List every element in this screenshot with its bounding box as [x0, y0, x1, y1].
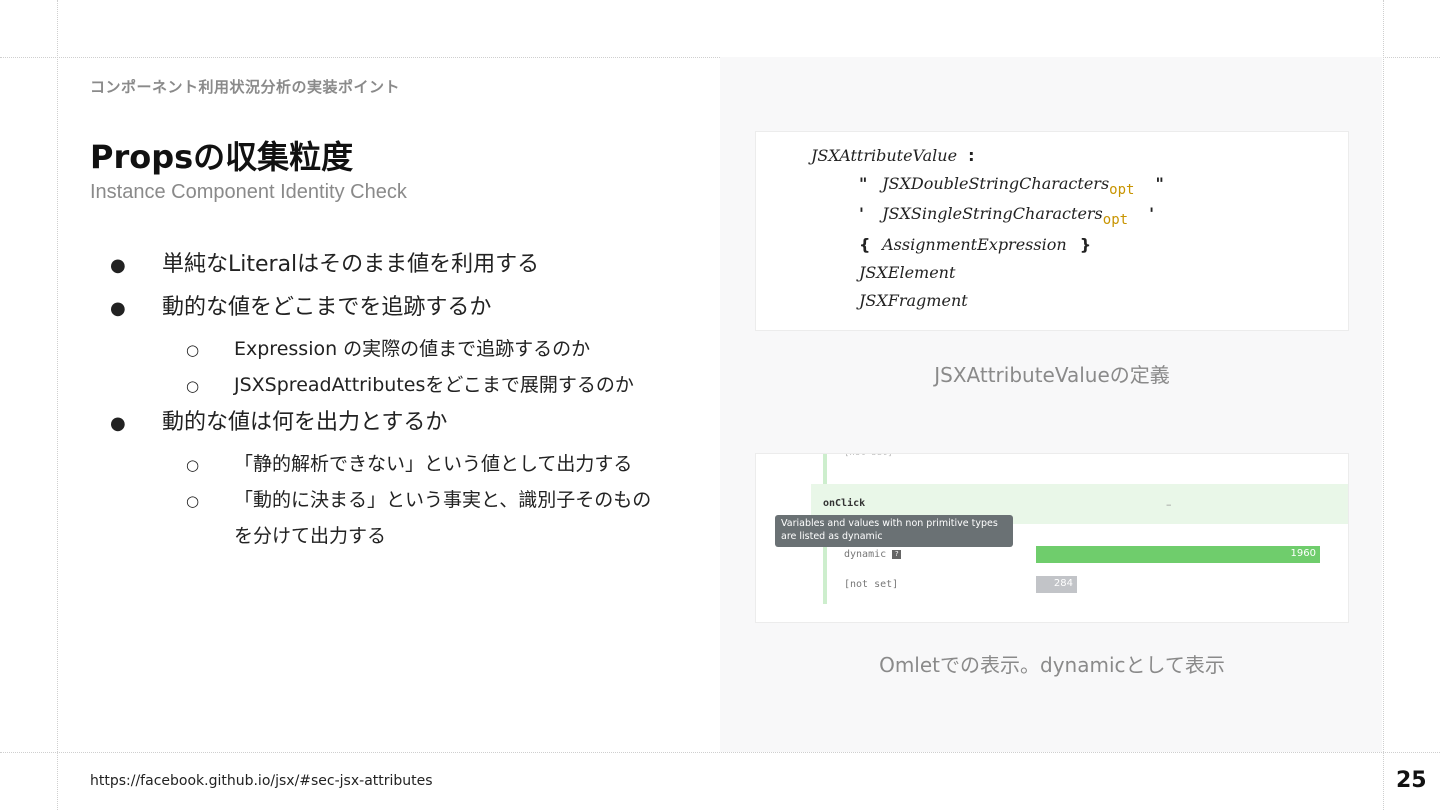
sub-bullet-text: Expression の実際の値まで追跡するのか — [234, 338, 591, 360]
row-label-not-set: [not set] — [844, 579, 899, 590]
sub-bullet-circle: ○ — [186, 492, 200, 510]
row-label-dynamic: dynamic ? — [844, 549, 902, 560]
bullet-text: 動的な値をどこまでを追跡するか — [162, 295, 492, 320]
grammar-opt: opt — [1109, 182, 1135, 198]
slide-title: Propsの収集粒度 — [90, 138, 354, 176]
grammar-dquote-open: " — [859, 174, 868, 193]
guide-line-left — [57, 0, 58, 810]
grammar-head: JSXAttributeValue — [811, 146, 958, 165]
sub-bullet-item: ○ JSXSpreadAttributesをどこまで展開するのか — [186, 370, 634, 397]
bullet-item: ● 動的な値は何を出力とするか — [110, 404, 447, 436]
help-icon[interactable]: ? — [892, 549, 902, 559]
bullet-dot: ● — [110, 255, 126, 276]
footer-reference-link[interactable]: https://facebook.github.io/jsx/#sec-jsx-… — [90, 773, 433, 789]
grammar-rule-single: ' JSXSingleStringCharactersopt ' — [859, 204, 1155, 228]
cut-off-row-text: [not set] — [844, 453, 893, 458]
slide-subtitle: Instance Component Identity Check — [90, 181, 407, 203]
sub-bullet-continuation: を分けて出力する — [234, 525, 387, 547]
sub-bullet-text: 「静的解析できない」という値として出力する — [234, 453, 633, 475]
omlet-screenshot: [not set] onClick – Variables and values… — [755, 453, 1349, 623]
bullet-dot: ● — [110, 413, 126, 434]
grammar-squote-close: ' — [1149, 204, 1155, 223]
bullet-dot: ● — [110, 298, 126, 319]
sub-bullet-text: JSXSpreadAttributesをどこまで展開するのか — [234, 374, 634, 396]
grammar-head-line: JSXAttributeValue : — [811, 146, 975, 165]
grammar-opt: opt — [1102, 212, 1129, 228]
dynamic-count-value: 1960 — [1290, 548, 1316, 559]
dynamic-count-bar: 1960 — [1036, 546, 1320, 563]
dynamic-tooltip: Variables and values with non primitive … — [775, 515, 1013, 547]
sub-bullet-circle: ○ — [186, 341, 200, 359]
bullet-item: ● 単純なLiteralはそのまま値を利用する — [110, 246, 539, 278]
prop-name: onClick — [823, 498, 866, 509]
grammar-rbrace: } — [1079, 235, 1092, 254]
grammar-lbrace: { — [859, 235, 871, 254]
bullet-item: ● 動的な値をどこまでを追跡するか — [110, 289, 491, 321]
grammar-assignment: AssignmentExpression — [882, 235, 1067, 254]
page-number: 25 — [1396, 768, 1427, 793]
bullet-text: 動的な値は何を出力とするか — [162, 410, 448, 435]
grammar-element: JSXElement — [859, 263, 956, 282]
prop-dash: – — [1166, 498, 1172, 511]
sub-bullet-text: 「動的に決まる」という事実と、識別子そのもの — [234, 489, 652, 511]
grammar-fragment: JSXFragment — [859, 291, 968, 310]
grammar-single-string: JSXSingleStringCharacters — [882, 204, 1103, 223]
row-label-text: dynamic — [844, 549, 887, 560]
sub-bullet-circle: ○ — [186, 377, 200, 395]
grammar-colon: : — [968, 146, 975, 165]
sub-bullet-item: ○ Expression の実際の値まで追跡するのか — [186, 334, 590, 361]
jsx-grammar-figure: JSXAttributeValue : " JSXDoubleStringCha… — [755, 131, 1349, 331]
grammar-rule-assignment: { AssignmentExpression } — [859, 235, 1091, 254]
sub-bullet-item: ○ 「静的解析できない」という値として出力する — [186, 449, 632, 476]
not-set-count-value: 284 — [1053, 578, 1073, 589]
sub-bullet-item: ○ 「動的に決まる」という事実と、識別子そのもの — [186, 485, 651, 512]
guide-line-right — [1383, 0, 1384, 810]
grammar-squote-open: ' — [859, 204, 864, 223]
grammar-rule-double: " JSXDoubleStringCharactersopt " — [859, 174, 1164, 198]
section-kicker: コンポーネント利用状況分析の実装ポイント — [90, 78, 401, 96]
not-set-count-bar: 284 — [1036, 576, 1077, 593]
sub-bullet-circle: ○ — [186, 456, 200, 474]
grammar-double-string: JSXDoubleStringCharacters — [882, 174, 1110, 193]
guide-line-bottom — [0, 752, 1440, 753]
bullet-text: 単純なLiteralはそのまま値を利用する — [162, 252, 540, 277]
grammar-caption: JSXAttributeValueの定義 — [934, 363, 1170, 387]
grammar-dquote-close: " — [1155, 174, 1164, 193]
omlet-caption: Omletでの表示。dynamicとして表示 — [879, 653, 1225, 677]
